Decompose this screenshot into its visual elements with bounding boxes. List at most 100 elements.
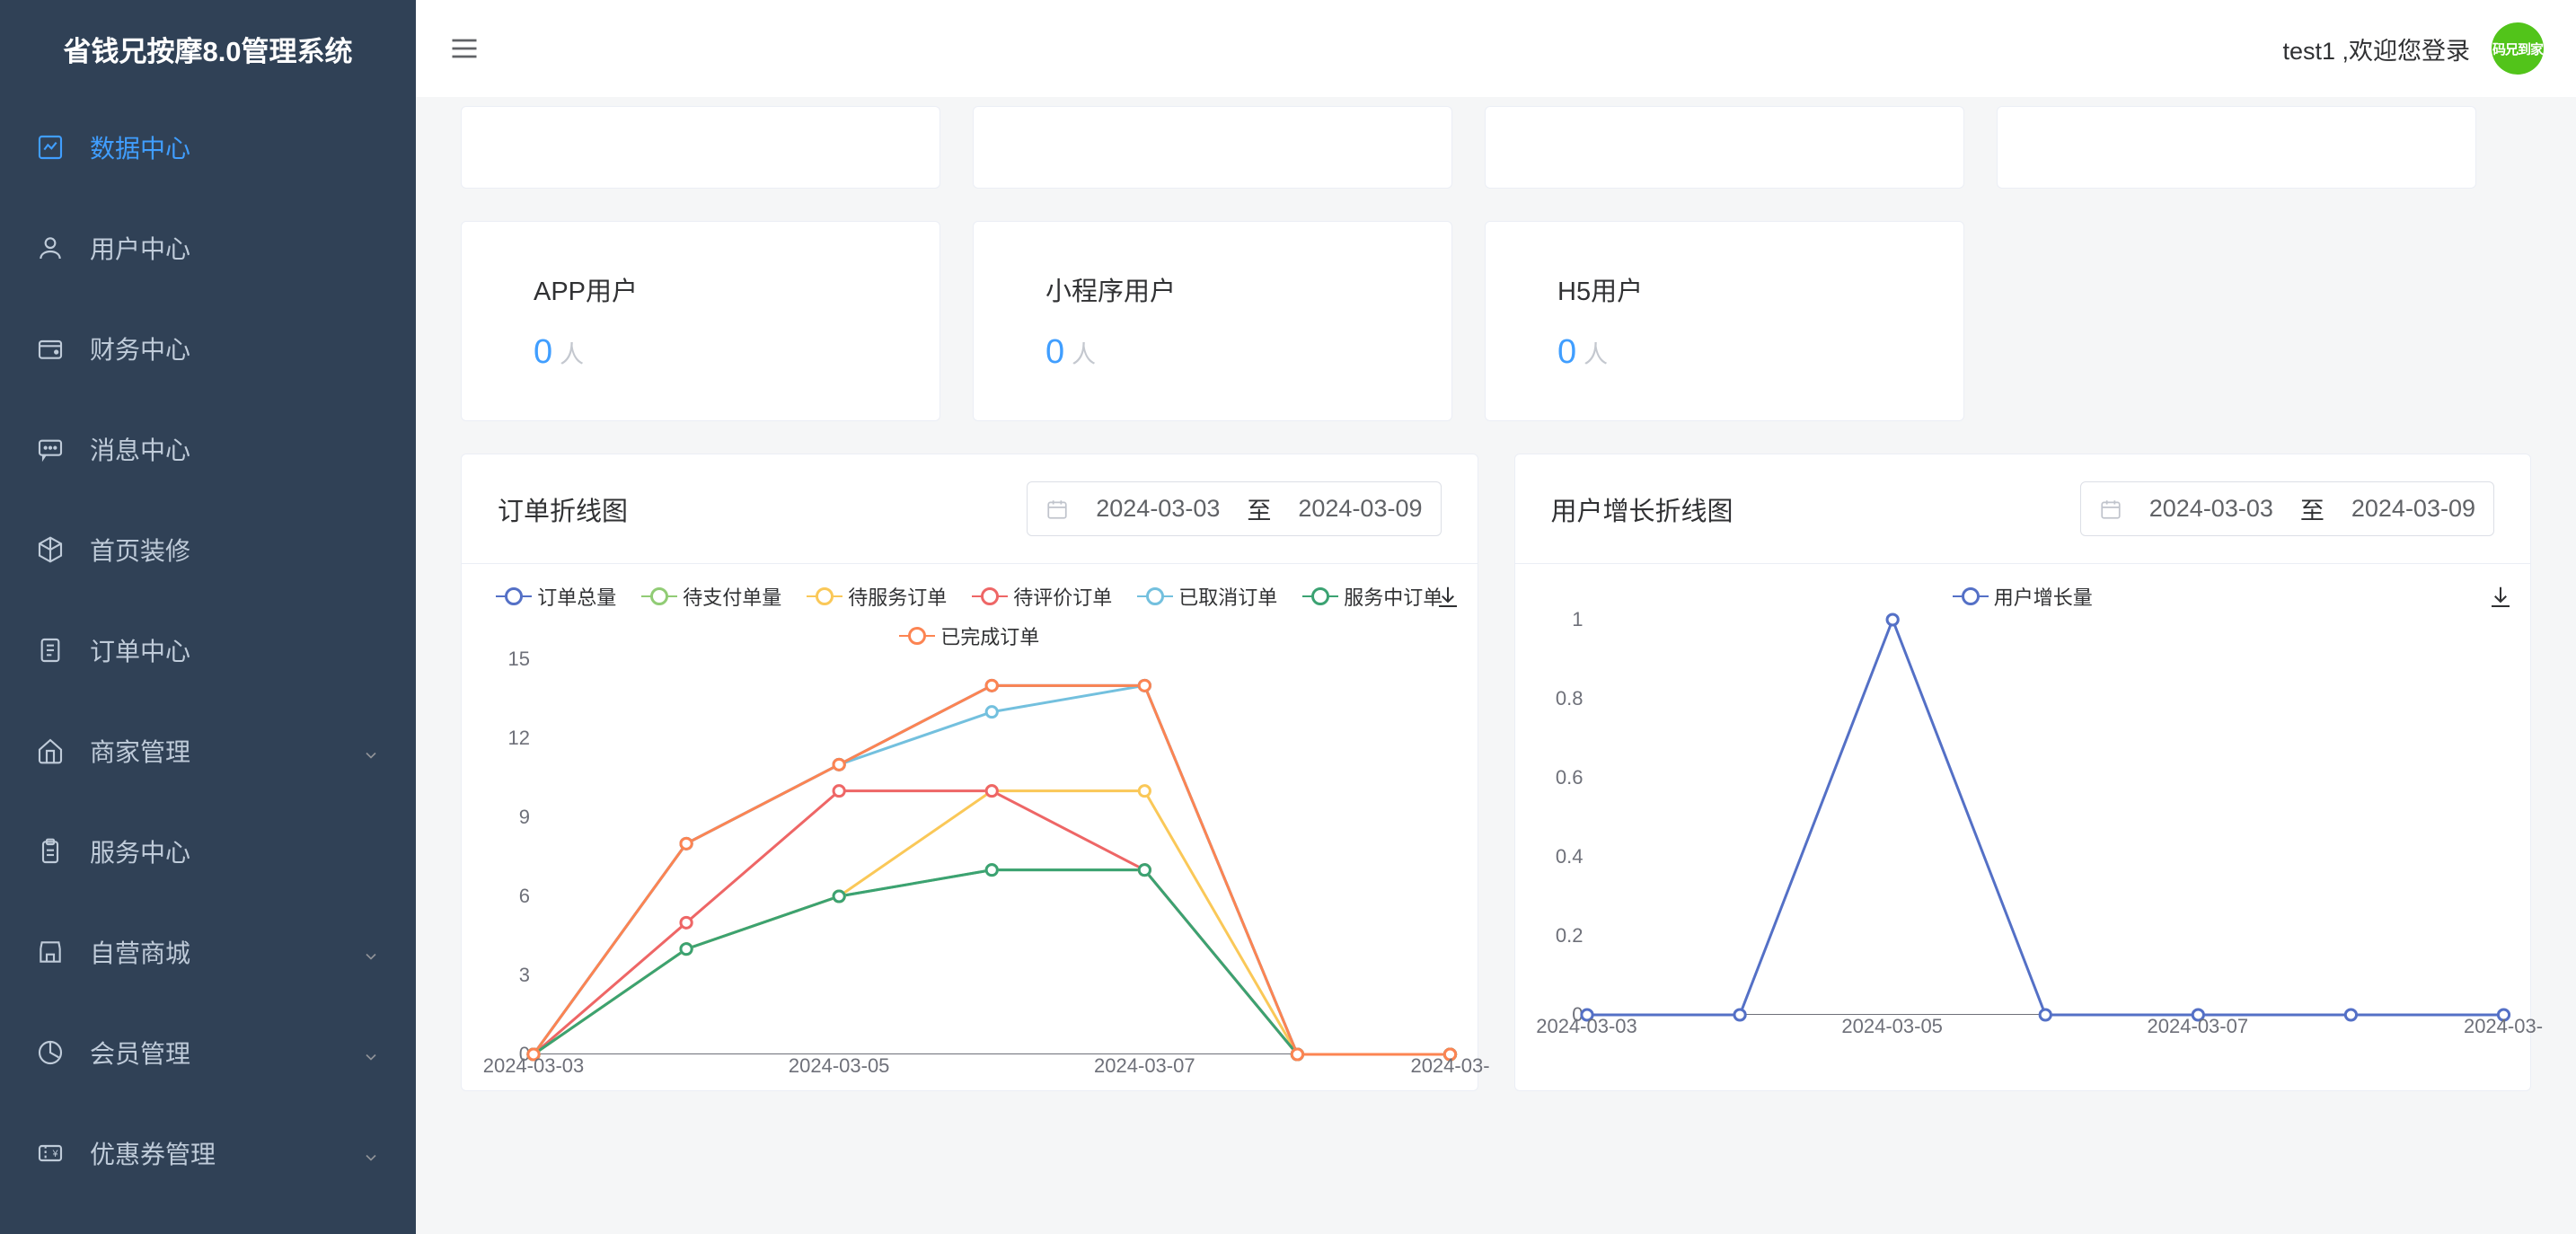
linechart-icon: [36, 133, 65, 162]
sidebar-item-label: 商家管理: [90, 733, 362, 769]
chart-legend: 订单总量 待支付单量 待服务订单 待评价订单已取消订单 服务中订单已完成订单: [489, 582, 1451, 650]
x-tick: 2024-03-05: [789, 1054, 890, 1078]
sidebar-item-label: 首页装修: [90, 532, 380, 568]
x-tick: 2024-03-: [1410, 1054, 1489, 1078]
sidebar-item-label: 会员管理: [90, 1035, 362, 1071]
sidebar-item-10[interactable]: ¥ 优惠券管理: [0, 1103, 416, 1203]
date-from: 2024-03-03: [2149, 495, 2273, 523]
date-to: 2024-03-09: [1298, 495, 1422, 523]
sidebar-item-8[interactable]: 自营商城: [0, 902, 416, 1002]
x-tick: 2024-03-07: [2148, 1015, 2249, 1038]
main-area: test1 ,欢迎您登录 码兄到家 APP用户0人小程序用户0人H5用户0人 订…: [416, 0, 2576, 1234]
stat-card-blank: [461, 106, 940, 189]
orders-chart-card: 订单折线图 2024-03-03 至 2024-03-09 订单总量 待支付单量 待…: [461, 454, 1478, 1091]
legend-item[interactable]: 用户增长量: [1953, 582, 2093, 611]
user-icon: [36, 234, 65, 262]
legend-marker-icon: [972, 595, 1008, 597]
download-icon[interactable]: [2487, 584, 2514, 611]
download-icon[interactable]: [1434, 584, 1461, 611]
sidebar-item-1[interactable]: 用户中心: [0, 198, 416, 298]
legend-marker-icon: [1137, 595, 1173, 597]
chart-title: 订单折线图: [498, 490, 628, 528]
stat-unit: 人: [1584, 335, 1608, 370]
x-tick: 2024-03-05: [1841, 1015, 1943, 1038]
x-tick: 2024-03-03: [483, 1054, 585, 1078]
legend-item[interactable]: 已完成订单: [899, 621, 1039, 650]
legend-label: 订单总量: [537, 582, 616, 611]
legend-item[interactable]: 服务中订单: [1302, 582, 1442, 611]
chevron-down-icon: [362, 943, 380, 961]
x-tick: 2024-03-03: [1536, 1015, 1637, 1038]
avatar[interactable]: 码兄到家: [2492, 22, 2544, 75]
y-tick: 0.8: [1542, 687, 1584, 710]
chart-title: 用户增长折线图: [1551, 490, 1734, 528]
y-tick: 3: [489, 964, 530, 987]
sidebar-item-3[interactable]: 消息中心: [0, 399, 416, 499]
cube-icon: [36, 535, 65, 564]
y-tick: 0.2: [1542, 924, 1584, 948]
legend-marker-icon: [1302, 595, 1338, 597]
legend-item[interactable]: 已取消订单: [1137, 582, 1277, 611]
stat-title: APP用户: [534, 270, 868, 308]
date-separator: 至: [2300, 491, 2325, 526]
app-logo: 省钱兄按摩8.0管理系统: [0, 0, 416, 97]
plot-area: 036912152024-03-032024-03-052024-03-0720…: [534, 659, 1451, 1054]
sidebar-item-label: 服务中心: [90, 833, 380, 869]
orders-chart-body: 订单总量 待支付单量 待服务订单 待评价订单已取消订单 服务中订单已完成订单 036912…: [462, 564, 1478, 1090]
svg-text:¥: ¥: [52, 1149, 58, 1159]
stat-value: 0: [1045, 333, 1064, 372]
sidebar-item-label: 用户中心: [90, 230, 380, 266]
sidebar-item-label: 数据中心: [90, 129, 380, 165]
chart-row: 订单折线图 2024-03-03 至 2024-03-09 订单总量 待支付单量 待…: [461, 454, 2531, 1091]
stat-card: 小程序用户 0人: [973, 221, 1452, 421]
stat-row-top: [461, 106, 2531, 189]
stat-unit: 人: [1072, 335, 1096, 370]
calendar-icon: [2099, 498, 2122, 521]
sidebar-item-6[interactable]: 商家管理: [0, 701, 416, 801]
stat-card-blank: [1997, 106, 2476, 189]
date-to: 2024-03-09: [2351, 495, 2475, 523]
legend-marker-icon: [496, 595, 532, 597]
calendar-icon: [1045, 498, 1069, 521]
sidebar-item-label: 订单中心: [90, 632, 380, 668]
sidebar-item-5[interactable]: 订单中心: [0, 600, 416, 701]
hamburger-icon[interactable]: [448, 32, 481, 65]
legend-label: 待支付单量: [683, 582, 781, 611]
sidebar-item-9[interactable]: 会员管理: [0, 1002, 416, 1103]
stat-title: 小程序用户: [1045, 270, 1380, 308]
legend-item[interactable]: 待服务订单: [807, 582, 947, 611]
welcome-text: test1 ,欢迎您登录: [2282, 31, 2470, 66]
legend-label: 待评价订单: [1013, 582, 1112, 611]
legend-label: 服务中订单: [1344, 582, 1442, 611]
stat-value: 0: [1557, 333, 1576, 372]
legend-marker-icon: [1953, 595, 1989, 597]
legend-item[interactable]: 待评价订单: [972, 582, 1112, 611]
sidebar-item-7[interactable]: 服务中心: [0, 801, 416, 902]
sidebar-item-0[interactable]: 数据中心: [0, 97, 416, 198]
sidebar-item-label: 自营商城: [90, 934, 362, 970]
plot-area: 00.20.40.60.812024-03-032024-03-052024-0…: [1587, 620, 2504, 1015]
legend-item[interactable]: 订单总量: [496, 582, 616, 611]
legend-label: 待服务订单: [848, 582, 947, 611]
chevron-down-icon: [362, 1144, 380, 1162]
date-range-picker[interactable]: 2024-03-03 至 2024-03-09: [2080, 481, 2494, 536]
chevron-down-icon: [362, 1044, 380, 1062]
legend-item[interactable]: 待支付单量: [641, 582, 781, 611]
order-icon: [36, 636, 65, 665]
sidebar-item-4[interactable]: 首页装修: [0, 499, 416, 600]
stat-unit: 人: [560, 335, 584, 370]
sidebar-item-label: 财务中心: [90, 331, 380, 366]
x-tick: 2024-03-07: [1094, 1054, 1195, 1078]
date-separator: 至: [1247, 491, 1271, 526]
y-tick: 15: [489, 648, 530, 671]
stat-row: APP用户0人小程序用户0人H5用户0人: [461, 221, 2531, 421]
x-tick: 2024-03-: [2464, 1015, 2543, 1038]
date-from: 2024-03-03: [1096, 495, 1220, 523]
date-range-picker[interactable]: 2024-03-03 至 2024-03-09: [1027, 481, 1441, 536]
sidebar-item-label: 优惠券管理: [90, 1135, 362, 1171]
sidebar-item-2[interactable]: 财务中心: [0, 298, 416, 399]
home-icon: [36, 736, 65, 765]
y-tick: 9: [489, 806, 530, 829]
legend-label: 用户增长量: [1994, 582, 2093, 611]
legend-marker-icon: [641, 595, 677, 597]
